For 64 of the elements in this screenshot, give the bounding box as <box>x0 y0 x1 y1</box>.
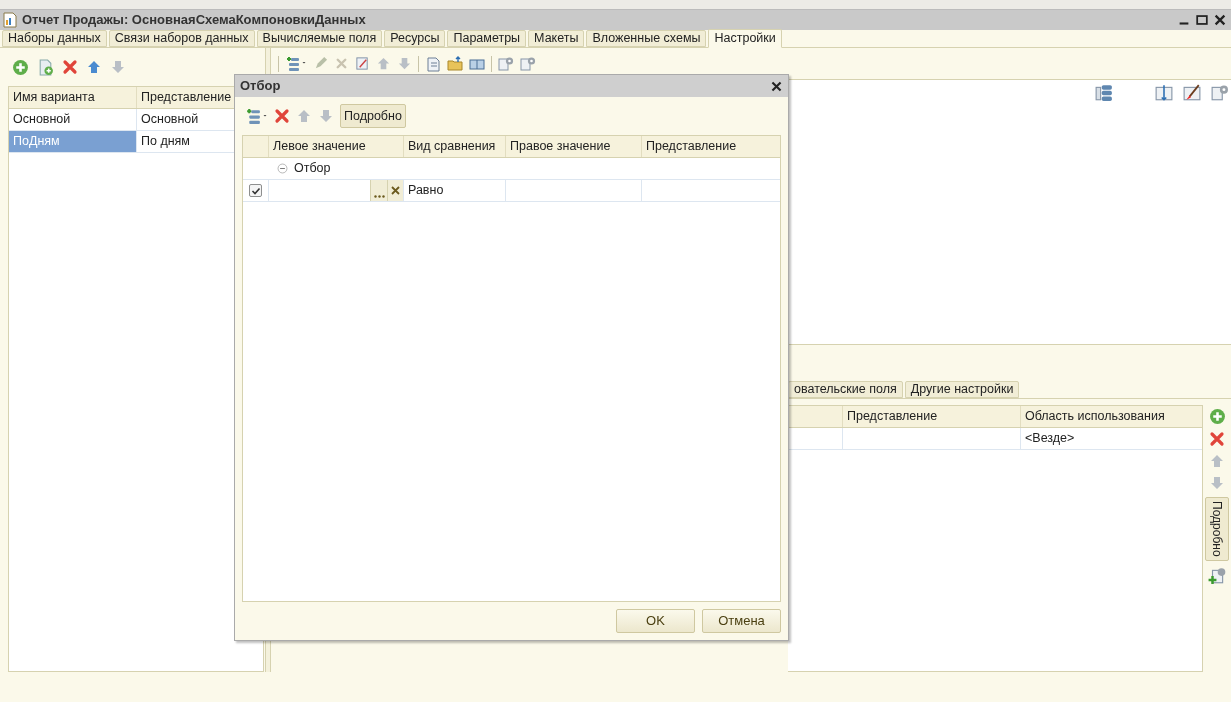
tab[interactable]: Связи наборов данных <box>108 30 255 47</box>
window-title: Отчет Продажы: ОсновнаяСхемаКомпоновкиДанных <box>22 11 367 30</box>
clear-icon <box>391 186 400 195</box>
tab[interactable]: Вложенные схемы <box>586 30 707 47</box>
delete-icon[interactable] <box>1209 431 1225 447</box>
ellipsis-button[interactable] <box>370 180 387 201</box>
add-dropdown[interactable] <box>285 55 307 72</box>
add-grid-icon[interactable] <box>1208 567 1226 585</box>
group-label: Отбор <box>294 160 331 178</box>
tab[interactable]: Вычисляемые поля <box>256 30 383 47</box>
tab[interactable]: овательские поля <box>788 381 903 398</box>
close-icon[interactable] <box>1213 13 1227 27</box>
grid-gear-icon[interactable] <box>498 55 514 72</box>
tab[interactable]: Другие настройки <box>904 381 1020 398</box>
delete-icon[interactable] <box>274 108 290 124</box>
list-add-icon <box>285 55 301 72</box>
dialog-title: Отбор <box>240 77 281 96</box>
move-up-icon[interactable] <box>296 108 312 124</box>
report-icon <box>2 12 18 28</box>
tab[interactable]: Параметры <box>447 30 527 47</box>
move-down-icon[interactable] <box>318 108 334 124</box>
column-header[interactable]: Вид сравнения <box>404 136 506 157</box>
move-up-icon[interactable] <box>86 59 102 75</box>
collapse-icon[interactable] <box>277 163 288 174</box>
table-cell[interactable]: <Везде> <box>1021 428 1202 449</box>
ellipsis-icon <box>373 195 385 198</box>
tab[interactable]: Настройки <box>708 29 782 48</box>
brush-icon[interactable] <box>1183 84 1201 102</box>
column-header[interactable]: Имя варианта <box>9 87 137 108</box>
dialog-button[interactable]: OK <box>616 609 695 633</box>
tab[interactable]: Макеты <box>528 30 585 47</box>
copy-icon[interactable] <box>37 58 54 76</box>
column-size-icon[interactable] <box>1155 84 1173 102</box>
grid-gear-icon[interactable] <box>1211 84 1229 102</box>
add-dropdown[interactable] <box>245 107 268 125</box>
list-add-icon <box>245 107 262 125</box>
clear-button[interactable] <box>387 180 403 201</box>
checkbox[interactable] <box>249 184 262 197</box>
column-header[interactable]: Левое значение <box>269 136 404 157</box>
details-button[interactable]: Подробно <box>1205 497 1229 561</box>
move-down-icon[interactable] <box>110 59 126 75</box>
add-icon[interactable] <box>12 58 29 76</box>
column-header[interactable]: Область использования <box>1021 406 1202 427</box>
document-icon[interactable] <box>425 55 441 72</box>
column-header[interactable]: Представление <box>642 136 780 157</box>
move-up-icon[interactable] <box>1209 453 1225 469</box>
close-icon[interactable] <box>770 79 783 93</box>
delete-icon[interactable] <box>62 59 78 75</box>
column-header[interactable]: Представление <box>843 406 1021 427</box>
move-up-icon[interactable] <box>376 56 391 71</box>
add-icon[interactable] <box>1208 408 1226 425</box>
details-button[interactable]: Подробно <box>340 104 406 128</box>
move-down-icon[interactable] <box>1209 475 1225 491</box>
folder-icon[interactable] <box>447 55 463 72</box>
stack-icon[interactable] <box>1095 84 1113 102</box>
dialog-button[interactable]: Отмена <box>702 609 781 633</box>
grid-gear-icon[interactable] <box>520 55 536 72</box>
tab[interactable]: Наборы данных <box>2 30 107 47</box>
edit-icon[interactable] <box>313 56 328 71</box>
tab[interactable]: Ресурсы <box>384 30 446 47</box>
column-header[interactable]: Правое значение <box>506 136 642 157</box>
table-cell[interactable]: Равно <box>404 180 506 201</box>
move-down-icon[interactable] <box>397 56 412 71</box>
maximize-icon[interactable] <box>1195 13 1209 27</box>
